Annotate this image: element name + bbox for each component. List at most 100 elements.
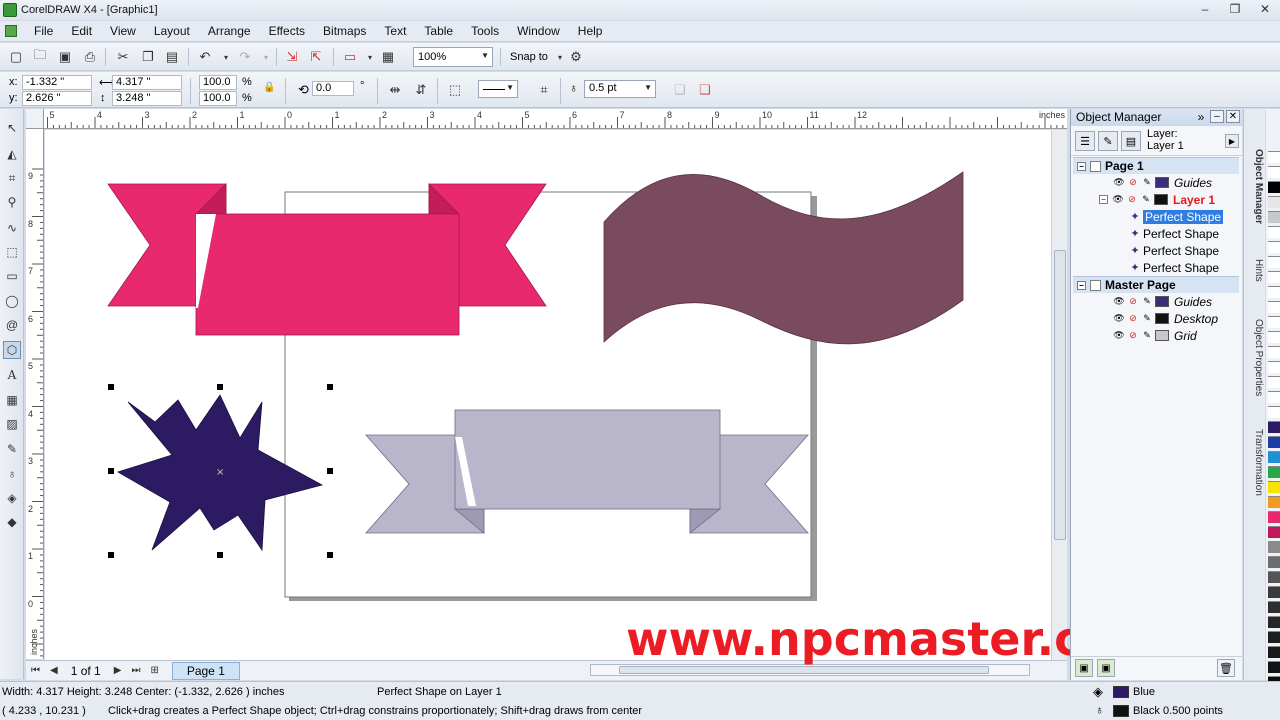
new-master-layer-icon[interactable]: ▣ — [1097, 659, 1115, 677]
horizontal-scroll-thumb[interactable] — [619, 666, 989, 674]
visibility-eye-icon[interactable]: 👁 — [1113, 177, 1125, 188]
print-icon[interactable]: ⎙ — [82, 49, 98, 65]
freehand-tool-icon[interactable]: ∿ — [3, 219, 21, 237]
palette-swatch[interactable] — [1268, 361, 1280, 373]
minimize-button[interactable]: – — [1190, 0, 1220, 18]
wrap-text-icon[interactable]: ⬚ — [447, 82, 463, 98]
tab-object-manager[interactable]: Object Manager — [1246, 149, 1264, 239]
horizontal-ruler[interactable]: 5 4 3 2 1 0 1 2 3 4 5 6 7 8 9 10 11 12 inches — [44, 109, 1067, 129]
vertical-scroll-thumb[interactable] — [1054, 250, 1066, 540]
layer-color-swatch[interactable] — [1155, 313, 1169, 324]
palette-swatch[interactable] — [1268, 181, 1280, 193]
open-folder-icon[interactable]: 🗀 — [32, 47, 48, 65]
collapse-toggle-icon[interactable]: − — [1077, 280, 1086, 290]
palette-swatch[interactable] — [1268, 436, 1280, 448]
tab-page-1[interactable]: Page 1 — [171, 661, 240, 680]
import-icon[interactable]: ⇲ — [284, 49, 300, 65]
visibility-eye-icon[interactable]: 👁 — [1113, 313, 1125, 324]
save-icon[interactable]: ▣ — [57, 49, 73, 65]
tree-object-row[interactable]: ✦ Perfect Shape — [1073, 242, 1239, 259]
palette-swatch[interactable] — [1268, 496, 1280, 508]
editable-pencil-icon[interactable]: ✎ — [1141, 313, 1153, 324]
palette-swatch[interactable] — [1268, 406, 1280, 418]
menu-file[interactable]: File — [25, 24, 62, 38]
next-page-icon[interactable]: ▶ — [114, 665, 122, 676]
printable-icon[interactable]: ⊘ — [1127, 296, 1139, 307]
tab-hints[interactable]: Hints — [1246, 259, 1264, 299]
layer-color-swatch[interactable] — [1155, 330, 1169, 341]
layer-color-swatch[interactable] — [1154, 194, 1168, 205]
to-back-icon[interactable]: ❏ — [697, 82, 713, 98]
export-icon[interactable]: ⇱ — [308, 49, 324, 65]
fill-tool-icon[interactable]: ◈ — [3, 489, 21, 507]
previous-page-icon[interactable]: ◀ — [50, 665, 58, 676]
palette-swatch[interactable] — [1268, 166, 1280, 178]
snap-to-menu[interactable]: Snap to — [510, 51, 548, 63]
menu-table[interactable]: Table — [415, 24, 462, 38]
vertical-scrollbar[interactable] — [1051, 130, 1067, 660]
palette-swatch[interactable] — [1268, 151, 1280, 163]
zoom-tool-icon[interactable]: ⚲ — [3, 193, 21, 211]
palette-swatch[interactable] — [1268, 346, 1280, 358]
palette-swatch[interactable] — [1268, 421, 1280, 433]
launcher-dropdown-icon[interactable]: ▾ — [362, 49, 378, 65]
tab-object-properties[interactable]: Object Properties — [1246, 319, 1264, 419]
palette-swatch[interactable] — [1268, 226, 1280, 238]
drawing-canvas[interactable]: × — [45, 130, 1051, 660]
tree-layer-row[interactable]: 👁 ⊘ ✎ Guides — [1073, 174, 1239, 191]
palette-swatch[interactable] — [1268, 616, 1280, 628]
layer-manager-view-icon[interactable]: ▤ — [1121, 131, 1141, 151]
menu-tools[interactable]: Tools — [462, 24, 508, 38]
shape-tool-icon[interactable]: ◭ — [3, 145, 21, 163]
palette-swatch[interactable] — [1268, 331, 1280, 343]
printable-icon[interactable]: ⊘ — [1126, 194, 1138, 205]
tab-transformation[interactable]: Transformation — [1246, 429, 1264, 509]
palette-swatch[interactable] — [1268, 466, 1280, 478]
new-document-icon[interactable]: ▢ — [8, 49, 24, 65]
crop-tool-icon[interactable]: ⌗ — [3, 169, 21, 187]
visibility-eye-icon[interactable]: 👁 — [1113, 330, 1125, 341]
editable-pencil-icon[interactable]: ✎ — [1141, 177, 1153, 188]
convert-to-curves-icon[interactable]: ⌗ — [536, 82, 552, 98]
palette-swatch[interactable] — [1268, 631, 1280, 643]
scale-x-field[interactable]: 100.0 — [199, 75, 237, 90]
docker-close-button[interactable]: ✕ — [1226, 110, 1240, 123]
tree-object-row[interactable]: ✦ Perfect Shape — [1073, 225, 1239, 242]
menu-window[interactable]: Window — [508, 24, 569, 38]
rotation-angle-field[interactable]: 0.0 — [312, 81, 354, 96]
outline-width-select[interactable]: 0.5 pt ▼ — [584, 80, 656, 98]
undo-icon[interactable]: ↶ — [197, 49, 213, 65]
printable-icon[interactable]: ⊘ — [1127, 330, 1139, 341]
menu-text[interactable]: Text — [375, 24, 415, 38]
ellipse-tool-icon[interactable]: ◯ — [3, 292, 21, 310]
palette-swatch[interactable] — [1268, 661, 1280, 673]
document-icon[interactable] — [5, 25, 17, 37]
eyedropper-tool-icon[interactable]: ✎ — [3, 440, 21, 458]
first-page-icon[interactable]: ⏮ — [31, 665, 40, 676]
tree-layer-row[interactable]: 👁 ⊘ ✎ Guides — [1073, 293, 1239, 310]
outline-style-select[interactable]: ▼ — [478, 80, 518, 98]
redo-icon[interactable]: ↷ — [237, 49, 253, 65]
tree-layer-row[interactable]: − 👁 ⊘ ✎ Layer 1 — [1073, 191, 1239, 208]
palette-swatch[interactable] — [1268, 376, 1280, 388]
menu-effects[interactable]: Effects — [260, 24, 314, 38]
outline-color-swatch[interactable] — [1113, 705, 1129, 717]
mirror-vertical-icon[interactable]: ⇵ — [413, 82, 429, 98]
copy-icon[interactable]: ❐ — [140, 49, 156, 65]
lock-ratio-icon[interactable]: 🔒 — [263, 82, 275, 93]
table-tool-icon[interactable]: ▦ — [3, 391, 21, 409]
menu-view[interactable]: View — [101, 24, 145, 38]
palette-swatch[interactable] — [1268, 451, 1280, 463]
visibility-eye-icon[interactable]: 👁 — [1113, 296, 1125, 307]
to-front-icon[interactable]: ❏ — [672, 82, 688, 98]
text-tool-icon[interactable]: A — [3, 366, 21, 384]
tree-group-row[interactable]: − Page 1 — [1073, 157, 1239, 174]
visibility-eye-icon[interactable]: 👁 — [1112, 194, 1124, 205]
menu-bitmaps[interactable]: Bitmaps — [314, 24, 375, 38]
object-width-field[interactable]: 4.317 " — [112, 75, 182, 90]
interactive-fill-icon[interactable]: ◆ — [3, 513, 21, 531]
palette-swatch[interactable] — [1268, 556, 1280, 568]
layer-color-swatch[interactable] — [1155, 296, 1169, 307]
spiral-tool-icon[interactable]: @ — [3, 316, 21, 334]
menu-help[interactable]: Help — [569, 24, 612, 38]
